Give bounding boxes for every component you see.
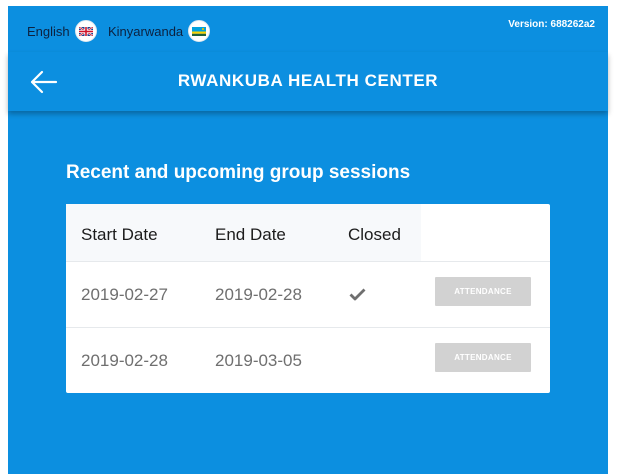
column-header-start-date: Start Date	[81, 225, 158, 244]
column-header-closed: Closed	[348, 225, 401, 244]
end-date-cell: 2019-02-28	[215, 285, 302, 304]
attendance-button[interactable]: ATTENDANCE	[435, 277, 531, 306]
end-date-cell: 2019-03-05	[215, 351, 302, 370]
table-row: 2019-02-28 2019-03-05 ATTENDANCE	[66, 327, 550, 393]
language-label-kinyarwanda: Kinyarwanda	[108, 23, 184, 39]
start-date-cell: 2019-02-28	[81, 351, 168, 370]
app-header: RWANKUBA HEALTH CENTER	[8, 52, 608, 111]
app-container: English Kinyarwanda Version: 688262a2 RW…	[8, 6, 608, 474]
attendance-button[interactable]: ATTENDANCE	[435, 343, 531, 372]
page-title: RWANKUBA HEALTH CENTER	[177, 71, 439, 90]
language-bar: English Kinyarwanda Version: 688262a2	[8, 6, 608, 52]
start-date-cell: 2019-02-27	[81, 285, 168, 304]
section-title: Recent and upcoming group sessions	[66, 162, 411, 183]
checkmark-icon	[349, 288, 366, 301]
language-option-english[interactable]: English	[27, 20, 97, 42]
uk-flag-icon[interactable]	[74, 20, 97, 42]
rwanda-flag-icon[interactable]	[188, 20, 211, 42]
language-label-english: English	[27, 23, 70, 39]
language-option-kinyarwanda[interactable]: Kinyarwanda	[108, 20, 211, 42]
sessions-table: Start Date End Date Closed 2019-02-27 20…	[66, 204, 550, 393]
table-header: Start Date End Date Closed	[66, 204, 421, 261]
table-row: 2019-02-27 2019-02-28 ATTENDANCE	[66, 261, 550, 327]
column-header-end-date: End Date	[215, 225, 286, 244]
version-label: Version: 688262a2	[508, 19, 595, 30]
